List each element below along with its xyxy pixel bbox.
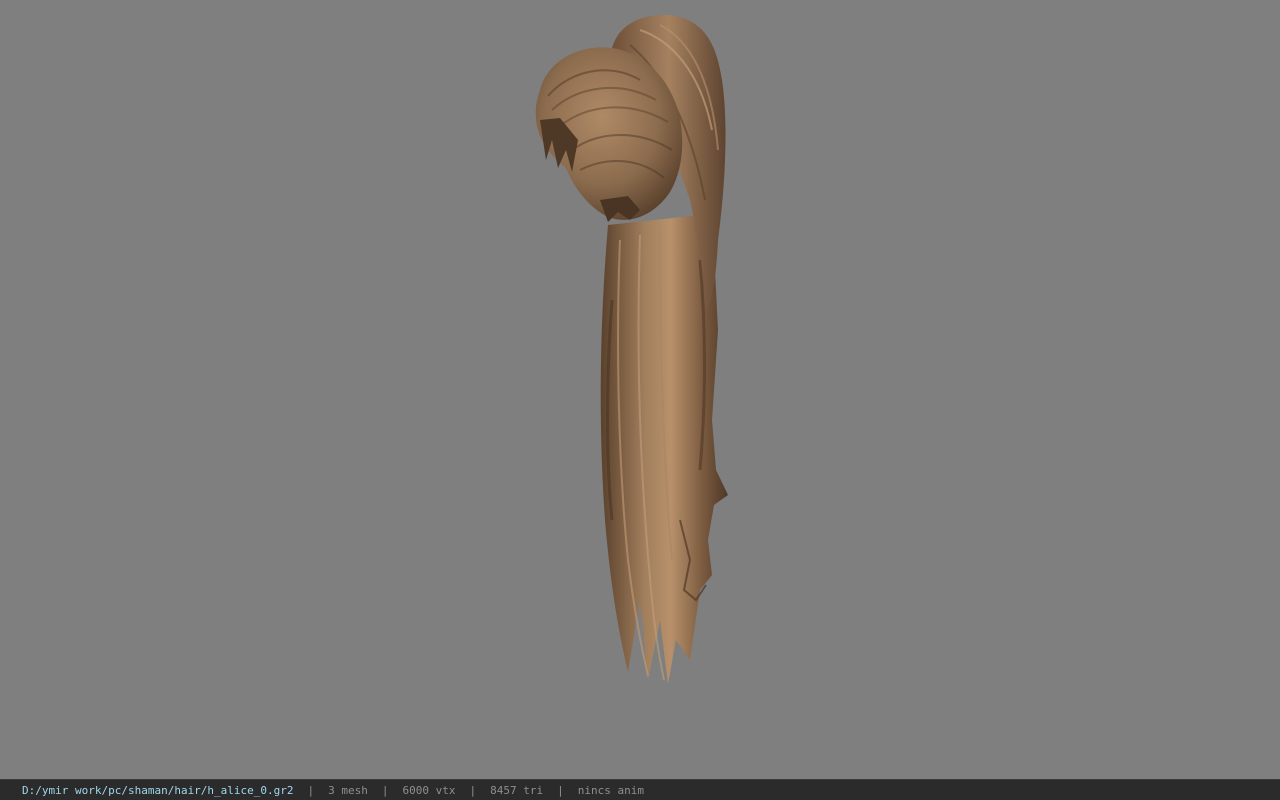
vertex-count: 6000 vtx: [402, 783, 456, 797]
separator: |: [557, 783, 564, 797]
mesh-count: 3 mesh: [328, 783, 368, 797]
triangle-count: 8457 tri: [490, 783, 544, 797]
hair-model-render: [535, 15, 728, 684]
separator: |: [469, 783, 477, 797]
status-bar: D:/ymir work/pc/shaman/hair/h_alice_0.gr…: [0, 779, 1280, 800]
file-path: D:/ymir work/pc/shaman/hair/h_alice_0.gr…: [22, 783, 294, 797]
animation-status: nincs anim: [577, 783, 644, 797]
separator: |: [381, 783, 389, 797]
3d-viewport[interactable]: [0, 0, 1280, 779]
separator: |: [307, 783, 315, 797]
